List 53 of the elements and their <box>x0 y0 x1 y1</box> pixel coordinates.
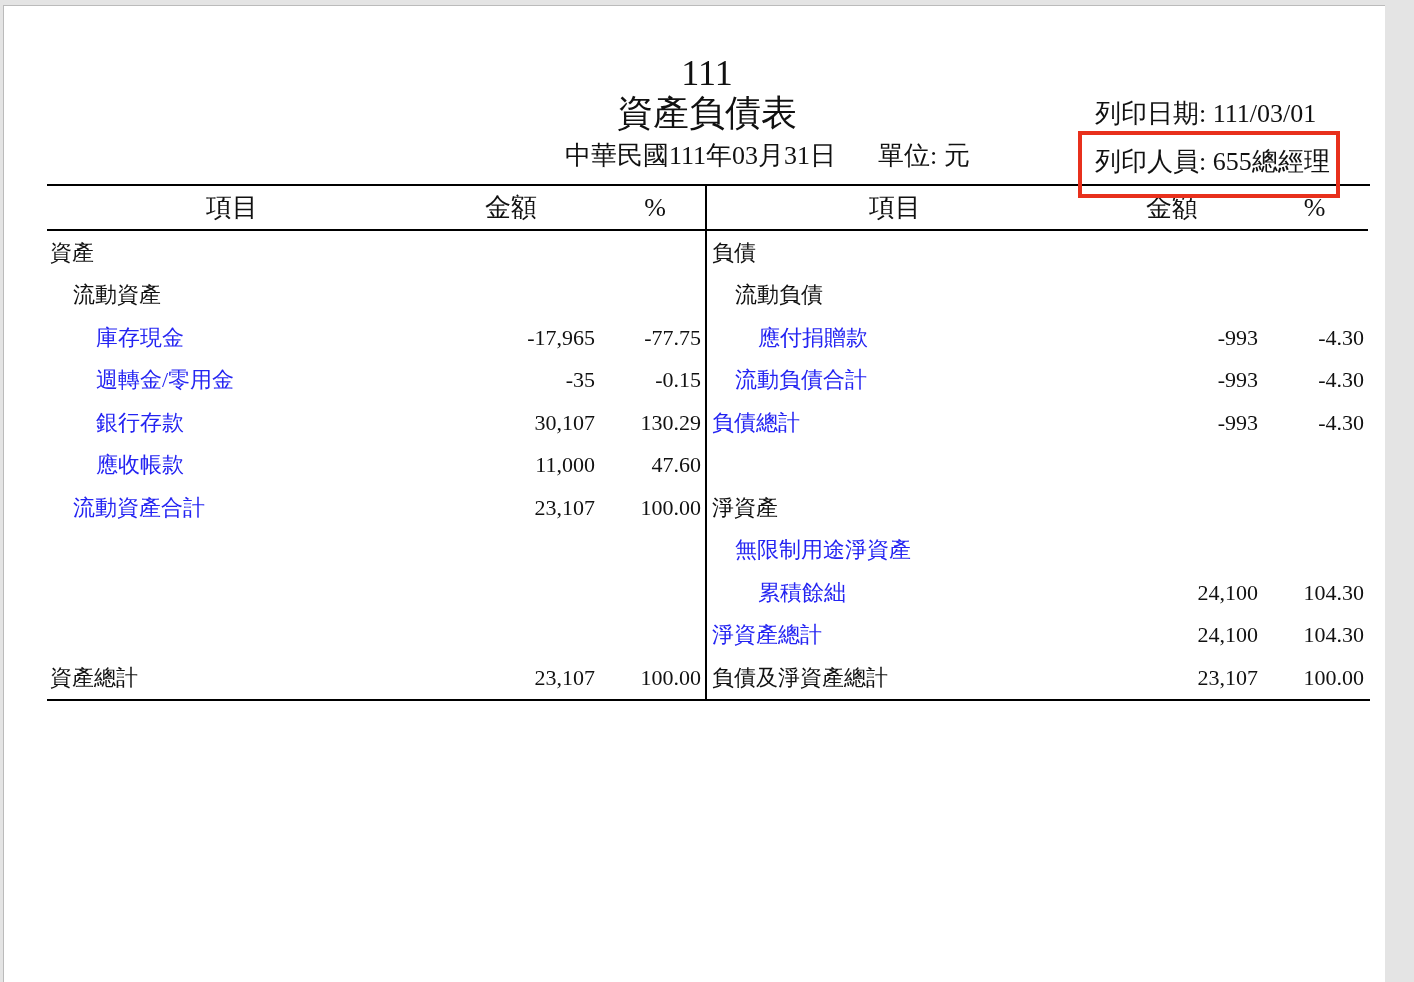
percent-value: 104.30 <box>1303 579 1364 605</box>
amount-value: 23,107 <box>1197 665 1258 691</box>
account-label: 流動資產 <box>72 282 161 308</box>
percent-value: 100.00 <box>1303 665 1364 691</box>
account-link[interactable]: 累積餘絀 <box>707 579 846 605</box>
percent-value: 100.00 <box>640 665 701 691</box>
company-name: 111 <box>681 53 733 93</box>
account-link[interactable]: 流動負債合計 <box>707 367 867 393</box>
account-link[interactable]: 週轉金/零用金 <box>47 367 235 393</box>
printed-by: 列印人員: 655總經理 <box>1095 147 1330 176</box>
amount-value: 24,100 <box>1197 579 1258 605</box>
column-header: 項目 <box>869 193 921 222</box>
column-header: % <box>644 193 666 222</box>
account-link[interactable]: 淨資產總計 <box>707 622 822 648</box>
unit-label: 單位: 元 <box>878 140 970 172</box>
percent-value: 47.60 <box>651 452 701 478</box>
amount-value: 24,100 <box>1197 622 1258 648</box>
account-link[interactable]: 應付捐贈款 <box>707 324 868 350</box>
account-label: 淨資產 <box>711 494 778 520</box>
account-label: 流動負債 <box>734 282 823 308</box>
amount-value: 23,107 <box>534 494 595 520</box>
account-label: 資產總計 <box>49 665 138 691</box>
column-header: 金額 <box>485 193 537 222</box>
amount-value: -17,965 <box>527 324 595 350</box>
amount-value: 23,107 <box>534 665 595 691</box>
percent-value: -0.15 <box>655 367 701 393</box>
account-label: 負債 <box>711 239 756 265</box>
account-link[interactable]: 負債總計 <box>707 409 800 435</box>
account-link[interactable]: 流動資產合計 <box>47 494 205 520</box>
account-label: 負債及淨資產總計 <box>711 665 888 691</box>
percent-value: -4.30 <box>1318 367 1364 393</box>
account-label: 資產 <box>49 239 94 265</box>
report-title: 資產負債表 <box>617 93 797 133</box>
print-date: 列印日期: 111/03/01 <box>1095 98 1317 130</box>
percent-value: 130.29 <box>640 409 701 435</box>
percent-value: 104.30 <box>1303 622 1364 648</box>
account-link[interactable]: 應收帳款 <box>47 452 184 478</box>
column-header: % <box>1303 193 1326 222</box>
amount-value: -993 <box>1217 324 1258 350</box>
account-link[interactable]: 無限制用途淨資產 <box>707 537 911 563</box>
amount-value: -35 <box>565 367 595 393</box>
report-date: 中華民國111年03月31日 <box>565 140 837 172</box>
account-link[interactable]: 庫存現金 <box>47 324 184 350</box>
amount-value: 11,000 <box>535 452 595 478</box>
amount-value: -993 <box>1217 409 1258 435</box>
amount-value: -993 <box>1217 367 1258 393</box>
percent-value: -77.75 <box>644 324 701 350</box>
amount-value: 30,107 <box>534 409 595 435</box>
percent-value: -4.30 <box>1318 409 1364 435</box>
percent-value: -4.30 <box>1318 324 1364 350</box>
percent-value: 100.00 <box>640 494 701 520</box>
column-header: 項目 <box>206 193 258 222</box>
account-link[interactable]: 銀行存款 <box>47 409 184 435</box>
